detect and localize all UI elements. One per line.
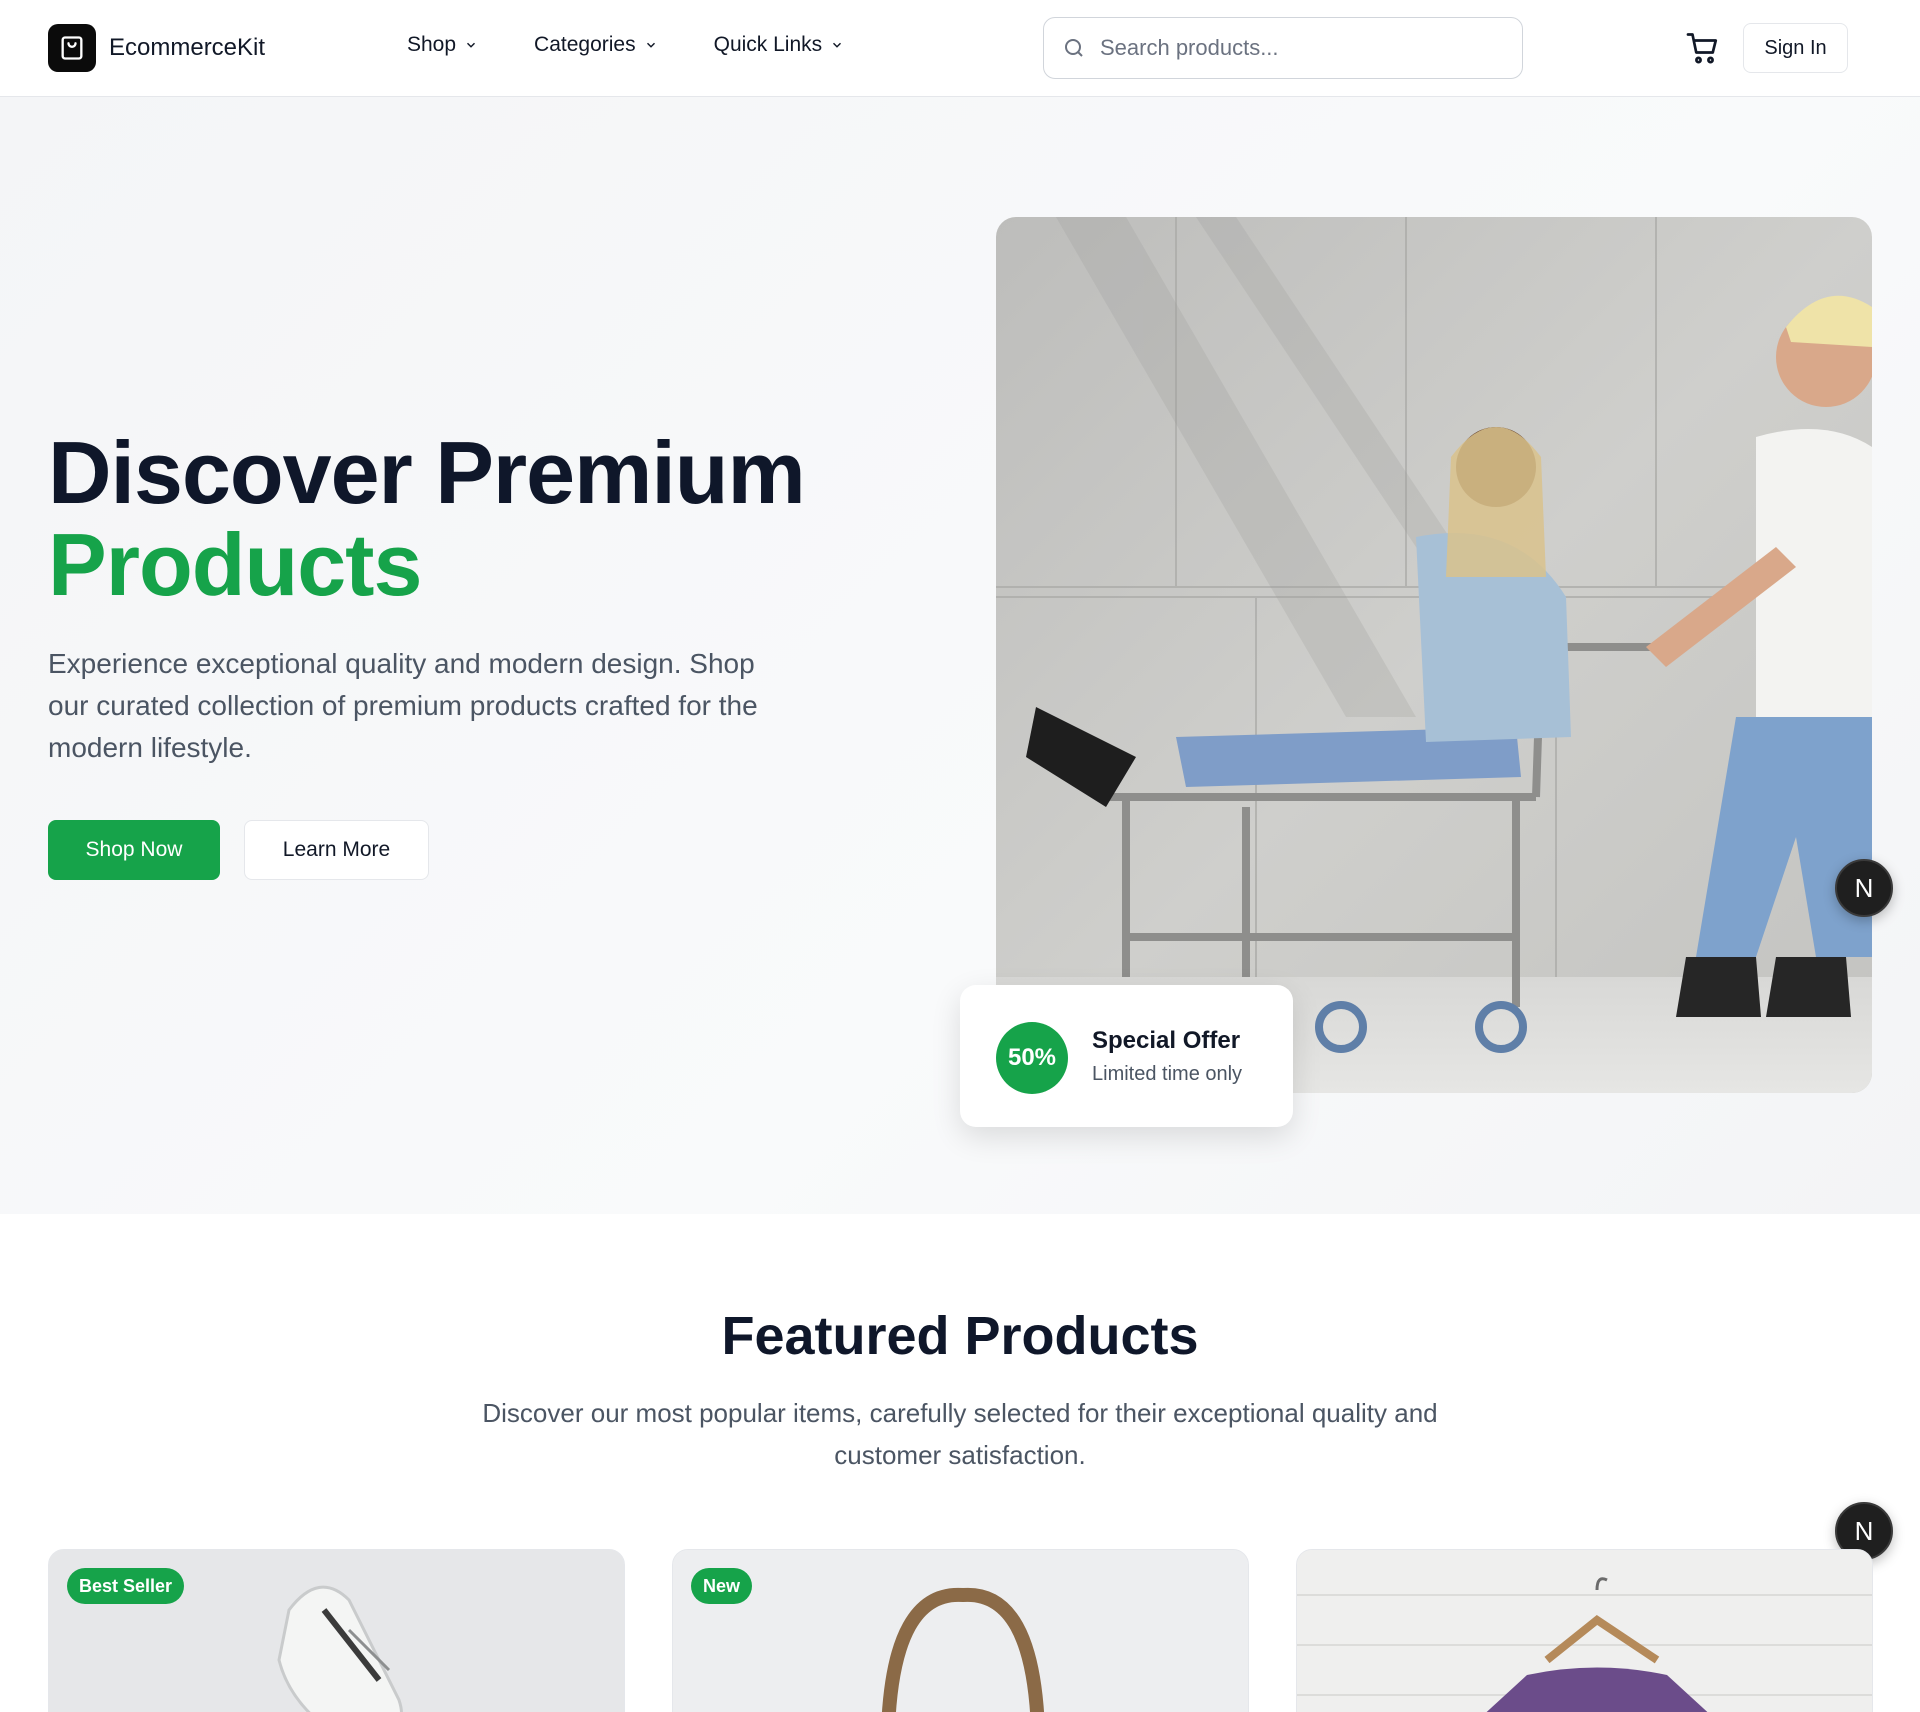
featured-description: Discover our most popular items, careful… bbox=[482, 1398, 1438, 1470]
featured-title: Featured Products bbox=[721, 1306, 1199, 1366]
nav-item-quick-links[interactable]: Quick Links bbox=[714, 33, 845, 57]
product-badge: Best Seller bbox=[67, 1568, 185, 1604]
tshirt-image bbox=[1297, 1550, 1872, 1712]
brand-logo[interactable]: EcommerceKit bbox=[48, 24, 265, 72]
product-badge: New bbox=[691, 1568, 753, 1604]
hero-title-highlight: Products bbox=[48, 515, 422, 614]
cart-button[interactable] bbox=[1683, 28, 1723, 68]
chevron-down-icon bbox=[833, 42, 842, 48]
main-nav: Shop Categories Quick Links bbox=[407, 33, 900, 57]
nav-label: Shop bbox=[407, 33, 457, 56]
search-box bbox=[1043, 17, 1523, 79]
bag-image bbox=[673, 1550, 1248, 1712]
discount-badge: 50% bbox=[996, 1022, 1068, 1094]
nav-label: Categories bbox=[534, 33, 636, 56]
shopping-cart-icon bbox=[1686, 33, 1718, 64]
offer-title: Special Offer bbox=[1092, 1027, 1241, 1054]
hero-title: Discover Premium Products bbox=[48, 423, 806, 614]
nav-label: Quick Links bbox=[713, 33, 823, 56]
floating-n-button[interactable]: N bbox=[1835, 859, 1893, 917]
hero-photo bbox=[996, 217, 1872, 1093]
nav-item-categories[interactable]: Categories bbox=[534, 33, 658, 57]
sign-in-button[interactable]: Sign In bbox=[1743, 23, 1848, 73]
brand-name: EcommerceKit bbox=[109, 34, 266, 61]
product-card[interactable] bbox=[1296, 1549, 1873, 1712]
special-offer-card: 50% Special Offer Limited time only bbox=[960, 985, 1293, 1127]
chevron-down-icon bbox=[467, 42, 476, 48]
site-header: EcommerceKit Shop Categories Quick Links… bbox=[0, 0, 1920, 97]
offer-subtitle: Limited time only bbox=[1092, 1063, 1243, 1085]
shop-now-button[interactable]: Shop Now bbox=[48, 820, 220, 880]
product-card[interactable]: New bbox=[672, 1549, 1249, 1712]
hero-title-line1: Discover Premium bbox=[48, 423, 806, 522]
hero-description: Experience exceptional quality and moder… bbox=[48, 648, 758, 763]
product-card[interactable]: Best Seller bbox=[48, 1549, 625, 1712]
shopping-bag-icon bbox=[48, 24, 96, 72]
hero-section: Discover Premium Products Experience exc… bbox=[0, 97, 1920, 1214]
learn-more-button[interactable]: Learn More bbox=[244, 820, 429, 880]
search-input[interactable] bbox=[1100, 35, 1500, 61]
nav-item-shop[interactable]: Shop bbox=[407, 33, 478, 57]
chevron-down-icon bbox=[646, 42, 655, 48]
search-icon bbox=[1065, 39, 1083, 57]
